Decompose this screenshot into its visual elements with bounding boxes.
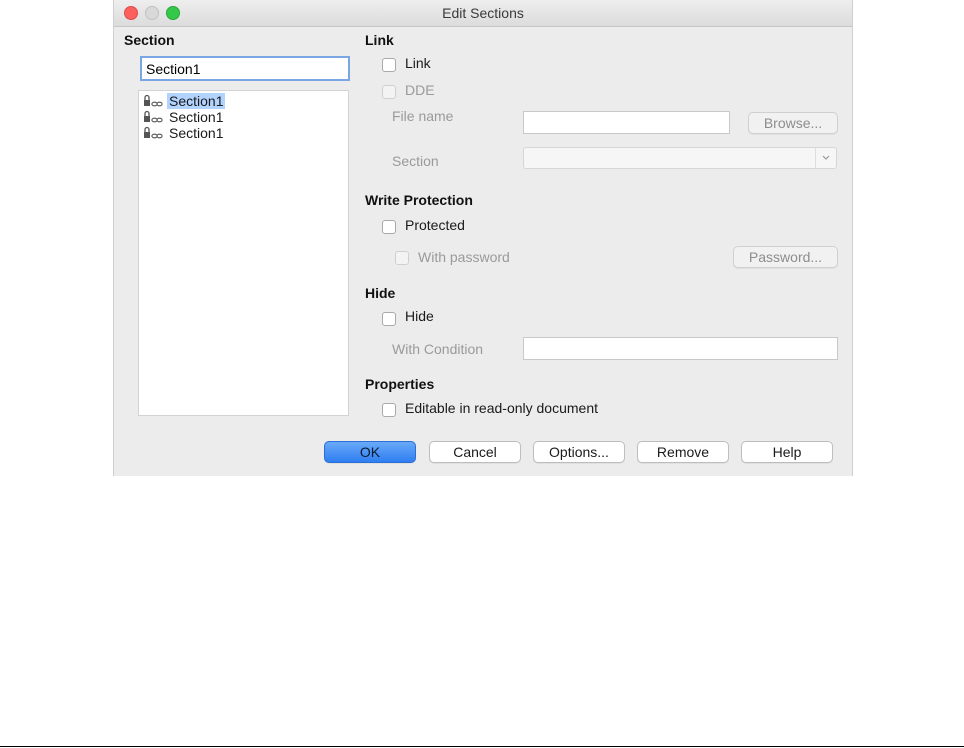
remove-button[interactable]: Remove xyxy=(637,441,729,463)
with-password-checkbox[interactable] xyxy=(395,251,409,265)
title-bar[interactable]: Edit Sections xyxy=(114,0,852,27)
write-protection-heading: Write Protection xyxy=(365,192,473,208)
protected-checkbox-label: Protected xyxy=(405,217,465,233)
cancel-button[interactable]: Cancel xyxy=(429,441,521,463)
section-heading: Section xyxy=(124,32,175,48)
with-condition-input[interactable] xyxy=(523,337,838,360)
editable-readonly-label: Editable in read-only document xyxy=(405,400,599,416)
properties-heading: Properties xyxy=(365,376,435,392)
chevron-down-icon xyxy=(815,148,836,168)
section-name-input[interactable] xyxy=(140,56,350,81)
protected-checkbox[interactable] xyxy=(382,220,396,234)
section-list-item-label: Section1 xyxy=(169,109,224,125)
link-checkbox-label: Link xyxy=(405,55,431,71)
window-title: Edit Sections xyxy=(442,5,524,21)
section-link-select[interactable] xyxy=(523,147,837,169)
with-condition-label: With Condition xyxy=(392,341,484,357)
password-button[interactable]: Password... xyxy=(733,246,838,268)
file-name-label: File name xyxy=(392,108,454,124)
section-list-item-label: Section1 xyxy=(169,125,224,141)
link-heading: Link xyxy=(365,32,394,48)
edit-sections-dialog: Edit Sections Section Section1 Section1 xyxy=(113,0,853,476)
section-link-icon xyxy=(144,126,163,139)
section-link-icon xyxy=(144,110,163,123)
hide-checkbox-label: Hide xyxy=(405,308,434,324)
help-button[interactable]: Help xyxy=(741,441,833,463)
browse-button[interactable]: Browse... xyxy=(748,112,838,134)
section-list-item-label: Section1 xyxy=(167,93,226,109)
bottom-divider xyxy=(0,746,964,747)
dde-checkbox[interactable] xyxy=(382,85,396,99)
link-checkbox[interactable] xyxy=(382,58,396,72)
hide-heading: Hide xyxy=(365,285,396,301)
section-link-icon xyxy=(144,94,163,107)
options-button[interactable]: Options... xyxy=(533,441,625,463)
with-password-label: With password xyxy=(418,249,510,265)
section-link-label: Section xyxy=(392,153,439,169)
dde-checkbox-label: DDE xyxy=(405,82,435,98)
section-list[interactable]: Section1 Section1 Section1 xyxy=(138,90,349,416)
hide-checkbox[interactable] xyxy=(382,312,396,326)
ok-button[interactable]: OK xyxy=(324,441,416,463)
editable-readonly-checkbox[interactable] xyxy=(382,403,396,417)
file-name-input[interactable] xyxy=(523,111,730,134)
